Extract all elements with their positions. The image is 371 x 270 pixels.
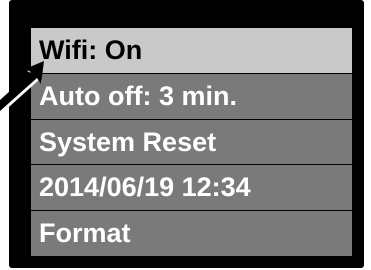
menu-item-date-time[interactable]: 2014/06/19 12:34 <box>31 165 352 211</box>
menu-item-system-reset[interactable]: System Reset <box>31 119 352 165</box>
settings-menu: Wifi: On Auto off: 3 min. System Reset 2… <box>31 28 352 256</box>
menu-item-format[interactable]: Format <box>31 211 352 256</box>
menu-item-wifi[interactable]: Wifi: On <box>31 28 352 73</box>
menu-item-auto-off[interactable]: Auto off: 3 min. <box>31 73 352 119</box>
